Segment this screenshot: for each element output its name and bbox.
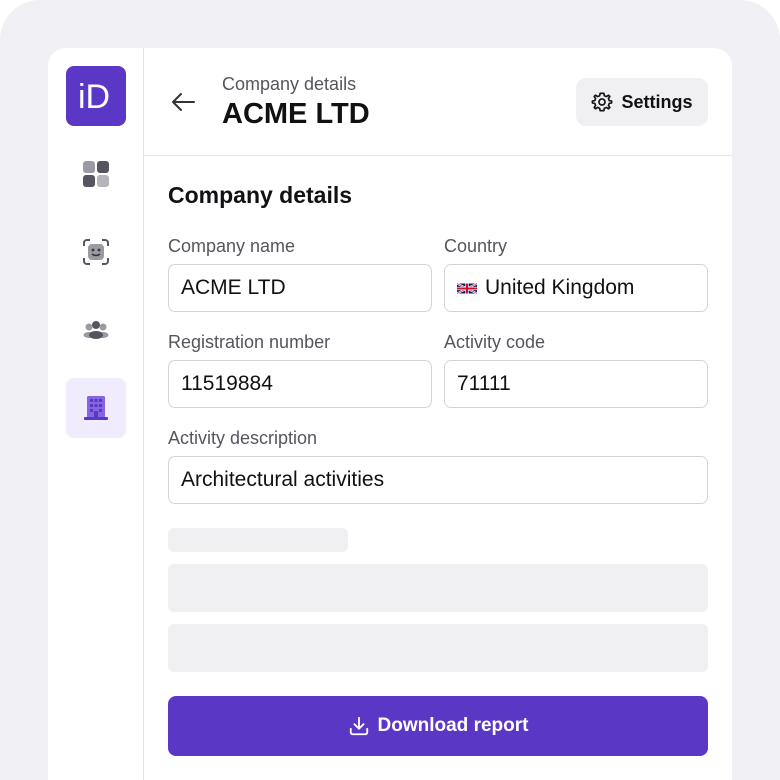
app-logo[interactable]: iD <box>66 66 126 126</box>
sidebar-item-dashboard[interactable] <box>66 144 126 204</box>
page-title: ACME LTD <box>222 98 370 130</box>
face-scan-icon <box>83 239 109 265</box>
arrow-left-icon <box>172 93 195 111</box>
registration-number-field[interactable]: 11519884 <box>168 360 432 408</box>
download-report-button[interactable]: Download report <box>168 696 708 756</box>
activity-code-field[interactable]: 71111 <box>444 360 708 408</box>
app-window: iD Company details ACME LTD Settings Com… <box>48 48 732 780</box>
uk-flag-icon <box>457 282 477 294</box>
company-name-value: ACME LTD <box>181 276 286 299</box>
activity-description-label: Activity description <box>168 428 318 448</box>
gear-icon <box>592 92 613 112</box>
settings-label: Settings <box>621 91 693 112</box>
sidebar-item-people[interactable] <box>66 300 126 360</box>
skeleton-field-placeholder <box>168 624 708 672</box>
sidebar-item-face-scan[interactable] <box>66 222 126 282</box>
country-field[interactable]: United Kingdom <box>444 264 708 312</box>
company-name-field[interactable]: ACME LTD <box>168 264 432 312</box>
download-icon <box>349 716 368 736</box>
skeleton-label-placeholder <box>168 528 348 552</box>
main-content: Company details ACME LTD Settings Compan… <box>144 48 732 780</box>
activity-code-label: Activity code <box>444 332 546 352</box>
registration-number-value: 11519884 <box>181 372 273 395</box>
users-icon <box>83 321 109 339</box>
activity-description-value: Architectural activities <box>181 468 385 491</box>
activity-code-value: 71111 <box>457 372 511 395</box>
sidebar: iD <box>48 48 144 780</box>
logo-mark: iD <box>78 80 110 112</box>
building-icon <box>84 396 108 420</box>
page-header: Company details ACME LTD Settings <box>144 48 732 156</box>
grid-icon <box>83 161 109 187</box>
skeleton-field-placeholder <box>168 564 708 612</box>
registration-number-label: Registration number <box>168 332 331 352</box>
country-value: United Kingdom <box>485 276 635 299</box>
settings-button[interactable]: Settings <box>576 78 708 126</box>
logo-text: iD <box>78 80 110 112</box>
download-report-label: Download report <box>377 715 529 736</box>
back-button[interactable] <box>168 88 198 116</box>
section-title: Company details <box>168 182 353 208</box>
country-label: Country <box>444 236 508 256</box>
activity-description-field[interactable]: Architectural activities <box>168 456 708 504</box>
page-subtitle: Company details <box>222 74 357 94</box>
company-name-label: Company name <box>168 236 296 256</box>
sidebar-item-companies[interactable] <box>66 378 126 438</box>
